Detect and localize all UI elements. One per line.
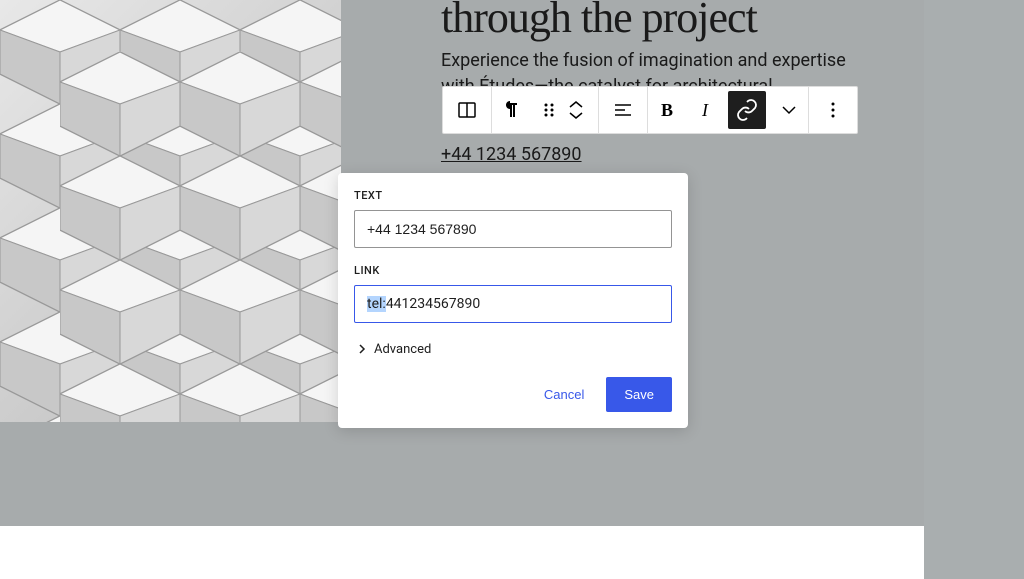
chevron-right-icon [354, 341, 370, 357]
paragraph-icon[interactable] [492, 87, 530, 133]
advanced-toggle[interactable]: Advanced [354, 337, 672, 361]
drag-handle-icon[interactable] [530, 87, 568, 133]
move-updown[interactable] [568, 100, 598, 120]
link-text-input[interactable] [354, 210, 672, 248]
italic-button[interactable]: I [686, 87, 724, 133]
popover-actions: Cancel Save [354, 377, 672, 412]
phone-number-link[interactable]: +44 1234 567890 [441, 144, 582, 165]
block-toolbar: B I [442, 86, 858, 134]
chevron-up-icon[interactable] [568, 100, 584, 110]
cancel-button[interactable]: Cancel [530, 377, 598, 412]
save-button[interactable]: Save [606, 377, 672, 412]
link-edit-popover: TEXT LINK tel:441234567890 Advanced Canc… [338, 173, 688, 428]
footer-section [0, 526, 924, 579]
page-title[interactable]: through the project [441, 0, 757, 43]
more-formatting-button[interactable] [770, 87, 808, 133]
cover-image [0, 0, 341, 422]
more-options-button[interactable] [809, 87, 857, 133]
link-field-label: LINK [354, 264, 672, 277]
block-type-button[interactable] [443, 87, 491, 133]
text-field-label: TEXT [354, 189, 672, 202]
chevron-down-icon[interactable] [568, 110, 584, 120]
bold-button[interactable]: B [648, 87, 686, 133]
link-url-input[interactable]: tel:441234567890 [354, 285, 672, 323]
align-button[interactable] [599, 87, 647, 133]
link-button[interactable] [728, 91, 766, 129]
